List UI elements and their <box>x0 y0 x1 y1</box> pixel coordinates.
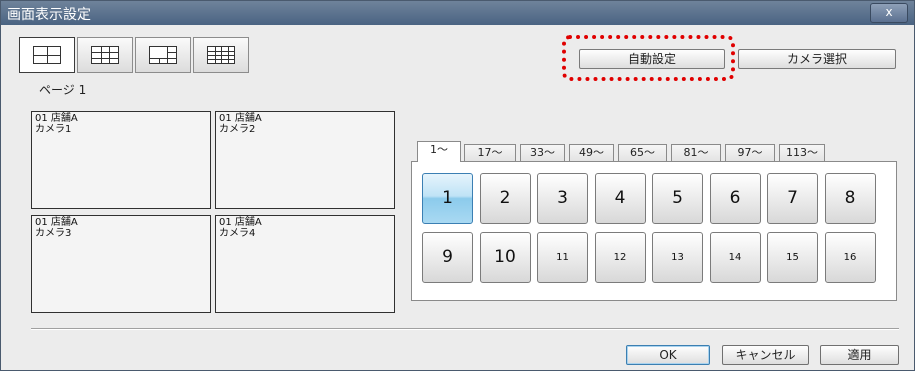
camera-cell-2[interactable]: 01 店舗A カメラ2 <box>215 111 395 209</box>
tab-range-1[interactable]: 1〜 <box>417 141 461 162</box>
layout-button-2x2[interactable] <box>19 37 75 73</box>
grid-line <box>47 47 48 63</box>
camera-cell-3[interactable]: 01 店舗A カメラ3 <box>31 215 211 313</box>
camera-cell-4[interactable]: 01 店舗A カメラ4 <box>215 215 395 313</box>
tab-range-6[interactable]: 81〜 <box>671 144 721 162</box>
grid-line <box>150 58 176 59</box>
camera-number-button-11[interactable]: 11 <box>537 232 588 283</box>
grid-3x3-icon <box>91 46 119 64</box>
tab-range-8[interactable]: 113〜 <box>779 144 825 162</box>
layout-button-3x3[interactable] <box>77 37 133 73</box>
window-title: 画面表示設定 <box>7 7 91 23</box>
tab-range-5[interactable]: 65〜 <box>618 144 667 162</box>
dialog-window: 画面表示設定 x ページ 1 01 店舗A カメラ1 01 店舗A カメラ2 0… <box>0 0 915 371</box>
ok-button[interactable]: OK <box>626 345 710 365</box>
grid-line <box>101 47 102 63</box>
camera-number-button-15[interactable]: 15 <box>767 232 818 283</box>
page-label: ページ 1 <box>39 83 87 97</box>
grid-4x4-icon <box>207 46 235 64</box>
grid-line <box>159 58 160 63</box>
camera-number-button-1[interactable]: 1 <box>422 173 473 224</box>
tab-range-7[interactable]: 97〜 <box>725 144 775 162</box>
grid-line <box>167 47 168 63</box>
grid-line <box>215 47 216 63</box>
camera-number-button-5[interactable]: 5 <box>652 173 703 224</box>
grid-1plus5-icon <box>149 46 177 64</box>
highlight-annotation <box>562 35 735 81</box>
camera-store-label: 01 店舗A <box>219 217 262 228</box>
layout-button-1plus5[interactable] <box>135 37 191 73</box>
camera-number-button-9[interactable]: 9 <box>422 232 473 283</box>
cancel-button[interactable]: キャンセル <box>722 345 809 365</box>
close-button[interactable]: x <box>870 3 908 23</box>
camera-select-button[interactable]: カメラ選択 <box>738 49 896 69</box>
divider <box>31 328 899 330</box>
apply-button[interactable]: 適用 <box>820 345 899 365</box>
camera-number-button-7[interactable]: 7 <box>767 173 818 224</box>
camera-number-button-10[interactable]: 10 <box>479 232 531 283</box>
grid-line <box>92 58 118 59</box>
grid-line <box>109 47 110 63</box>
camera-name-label: カメラ1 <box>35 124 72 135</box>
camera-number-button-12[interactable]: 12 <box>594 232 646 283</box>
camera-number-button-2[interactable]: 2 <box>479 173 531 224</box>
camera-name-label: カメラ2 <box>219 124 256 135</box>
camera-store-label: 01 店舗A <box>219 113 262 124</box>
camera-store-label: 01 店舗A <box>35 113 78 124</box>
grid-line <box>228 47 229 63</box>
camera-number-button-16[interactable]: 16 <box>824 232 876 283</box>
camera-name-label: カメラ4 <box>219 228 256 239</box>
title-bar[interactable]: 画面表示設定 x <box>1 1 914 25</box>
tab-range-4[interactable]: 49〜 <box>569 144 614 162</box>
camera-number-button-6[interactable]: 6 <box>709 173 761 224</box>
tab-range-3[interactable]: 33〜 <box>520 144 565 162</box>
grid-line <box>92 52 118 53</box>
tab-range-2[interactable]: 17〜 <box>464 144 516 162</box>
layout-button-4x4[interactable] <box>193 37 249 73</box>
grid-line <box>221 47 222 63</box>
grid-line <box>167 52 176 53</box>
camera-number-button-3[interactable]: 3 <box>537 173 588 224</box>
camera-number-button-14[interactable]: 14 <box>709 232 761 283</box>
grid-2x2-icon <box>33 46 61 64</box>
camera-number-button-8[interactable]: 8 <box>824 173 876 224</box>
camera-store-label: 01 店舗A <box>35 217 78 228</box>
camera-cell-1[interactable]: 01 店舗A カメラ1 <box>31 111 211 209</box>
camera-number-button-4[interactable]: 4 <box>594 173 646 224</box>
camera-name-label: カメラ3 <box>35 228 72 239</box>
camera-number-button-13[interactable]: 13 <box>652 232 703 283</box>
